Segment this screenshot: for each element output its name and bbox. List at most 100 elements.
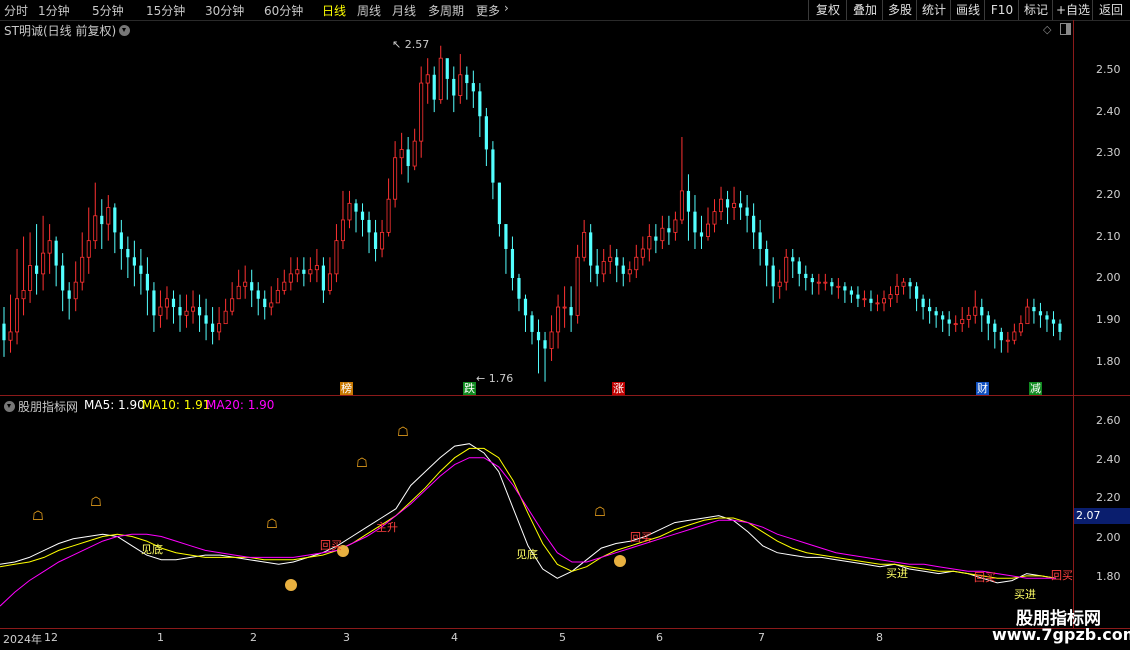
- candle[interactable]: [738, 190, 743, 220]
- event-badge-fall[interactable]: 跌: [463, 382, 476, 395]
- candle[interactable]: [67, 282, 71, 320]
- event-badge-finance[interactable]: 财: [976, 382, 989, 395]
- candle[interactable]: [386, 178, 391, 237]
- event-badge-rise[interactable]: 涨: [612, 382, 625, 395]
- candle[interactable]: [556, 294, 561, 349]
- candle[interactable]: [484, 107, 488, 167]
- candle[interactable]: [530, 311, 534, 345]
- candle[interactable]: [21, 236, 26, 316]
- candle[interactable]: [595, 248, 599, 287]
- candle[interactable]: [269, 286, 274, 316]
- candle[interactable]: [1038, 302, 1043, 328]
- candle[interactable]: [1058, 319, 1062, 341]
- candle[interactable]: [667, 215, 671, 245]
- candle[interactable]: [771, 257, 775, 303]
- candle[interactable]: [816, 273, 821, 295]
- candle[interactable]: [830, 278, 834, 295]
- candle[interactable]: [334, 224, 339, 283]
- candle[interactable]: [679, 136, 684, 225]
- candle[interactable]: [706, 207, 711, 241]
- candle[interactable]: [810, 273, 814, 295]
- candle[interactable]: [517, 273, 521, 312]
- candle[interactable]: [139, 248, 143, 295]
- event-badge-list[interactable]: 榜: [340, 382, 353, 395]
- candle[interactable]: [1032, 298, 1036, 324]
- candle[interactable]: [699, 215, 704, 249]
- candle[interactable]: [145, 257, 150, 316]
- candle[interactable]: [210, 307, 215, 345]
- candle[interactable]: [615, 248, 619, 283]
- candle[interactable]: [765, 240, 769, 287]
- candle[interactable]: [875, 294, 880, 312]
- candle[interactable]: [171, 290, 176, 324]
- candle[interactable]: [901, 278, 906, 295]
- candle[interactable]: [347, 190, 352, 229]
- candle[interactable]: [73, 261, 78, 312]
- candle[interactable]: [419, 66, 424, 158]
- candle[interactable]: [15, 248, 20, 345]
- candle[interactable]: [497, 182, 502, 237]
- candle[interactable]: [660, 215, 665, 249]
- candle[interactable]: [856, 286, 860, 308]
- candle[interactable]: [54, 236, 58, 287]
- candle[interactable]: [1012, 323, 1017, 345]
- kline-chart[interactable]: ☖ ☖ ☖ ☖ ☖ ☖: [0, 0, 1130, 650]
- candle[interactable]: [41, 215, 46, 291]
- candle[interactable]: [432, 66, 436, 113]
- candle[interactable]: [204, 298, 208, 341]
- candle[interactable]: [966, 307, 971, 328]
- candle[interactable]: [797, 257, 801, 287]
- indicator-menu-icon[interactable]: [4, 401, 15, 412]
- candle[interactable]: [197, 294, 202, 332]
- candle[interactable]: [458, 54, 463, 104]
- candle[interactable]: [373, 219, 378, 262]
- candle[interactable]: [327, 257, 332, 295]
- candle[interactable]: [836, 278, 841, 299]
- candle[interactable]: [1045, 311, 1049, 332]
- candle[interactable]: [849, 286, 854, 303]
- candle[interactable]: [654, 224, 658, 254]
- candle[interactable]: [406, 136, 410, 183]
- candle[interactable]: [302, 257, 306, 287]
- candle[interactable]: [888, 286, 893, 308]
- candle[interactable]: [243, 265, 248, 299]
- candle[interactable]: [295, 257, 300, 283]
- candle[interactable]: [843, 282, 847, 303]
- candle[interactable]: [263, 290, 267, 320]
- candle[interactable]: [340, 190, 345, 249]
- candle[interactable]: [999, 327, 1003, 353]
- candle[interactable]: [908, 278, 912, 299]
- candle[interactable]: [28, 232, 33, 303]
- candle[interactable]: [784, 248, 789, 291]
- candle[interactable]: [61, 253, 65, 312]
- candle[interactable]: [732, 186, 737, 220]
- candle[interactable]: [445, 58, 449, 100]
- candle[interactable]: [399, 132, 404, 175]
- candle[interactable]: [575, 244, 580, 324]
- candle[interactable]: [132, 240, 136, 287]
- candle[interactable]: [752, 203, 756, 249]
- candle[interactable]: [321, 257, 326, 303]
- candle[interactable]: [510, 236, 515, 291]
- candle[interactable]: [1051, 311, 1056, 337]
- candle[interactable]: [543, 331, 547, 382]
- candle[interactable]: [425, 58, 430, 104]
- candle[interactable]: [608, 244, 613, 274]
- candle[interactable]: [80, 232, 85, 291]
- candle[interactable]: [504, 224, 508, 274]
- candle[interactable]: [223, 298, 228, 325]
- candle[interactable]: [960, 307, 965, 332]
- candle[interactable]: [693, 195, 697, 249]
- candle[interactable]: [1005, 331, 1010, 353]
- event-badge-reduce[interactable]: 减: [1029, 382, 1042, 395]
- candle[interactable]: [478, 83, 482, 137]
- candle[interactable]: [34, 224, 39, 295]
- candle[interactable]: [758, 219, 762, 266]
- candle[interactable]: [973, 290, 978, 324]
- candle[interactable]: [158, 290, 163, 328]
- candle[interactable]: [93, 182, 98, 249]
- candle[interactable]: [256, 282, 260, 316]
- candle[interactable]: [106, 195, 111, 241]
- candle[interactable]: [100, 199, 104, 249]
- candle[interactable]: [947, 311, 951, 337]
